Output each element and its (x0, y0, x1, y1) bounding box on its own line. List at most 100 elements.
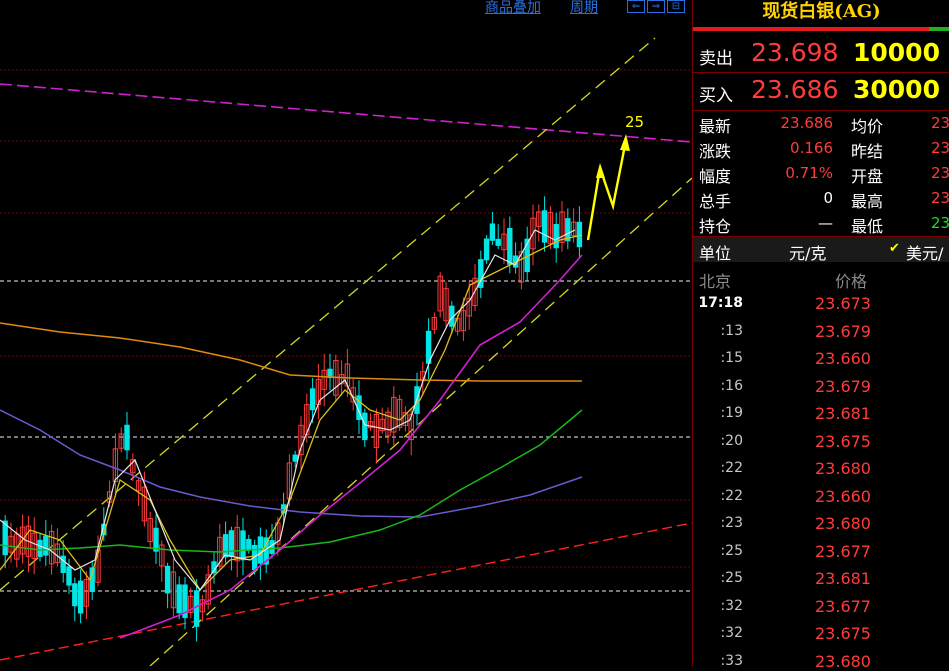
quote-label: 持仓 (699, 217, 732, 236)
candle-body (43, 535, 49, 556)
chart-annotations (586, 134, 630, 241)
unit-value: 元/克 (789, 244, 827, 263)
candle-body (541, 210, 548, 243)
nav-left-button[interactable]: ⇐ (627, 0, 645, 13)
chart-nav: ⇐ ⇒ ⊟ (627, 0, 685, 13)
tick-price: 23.679 (815, 376, 871, 396)
candle-body (176, 584, 182, 614)
tick-price: 23.680 (815, 514, 871, 533)
projection-arrow-head (596, 163, 605, 178)
quote-label: 涨跌 (699, 142, 732, 161)
ma-white-line (0, 229, 576, 591)
tick-price: 23.660 (815, 349, 871, 368)
tick-price: 23.677 (815, 596, 871, 616)
overlay-link[interactable]: 商品叠加 (485, 0, 541, 16)
instrument-title: 现货白银(AG) (762, 1, 881, 22)
chart-lines (0, 37, 692, 666)
candle-body (483, 238, 490, 261)
tick-time: :22 (720, 460, 743, 476)
tick-price-header: 价格 (835, 272, 868, 291)
ma-yellow-line (0, 234, 583, 592)
quote-label-2: 昨结 (851, 142, 884, 161)
sell-label: 卖出 (699, 49, 733, 69)
candle-body (124, 424, 130, 451)
tick-time: 17:18 (698, 295, 743, 311)
ma-magenta-line (119, 254, 583, 639)
buy-ratio-bar (929, 27, 949, 31)
tick-time: :20 (720, 432, 743, 449)
quote-value-2: 23 (931, 114, 949, 132)
tick-time: :32 (720, 625, 743, 641)
candle-body (228, 530, 235, 558)
ma-purple-line (0, 409, 583, 518)
tick-price: 23.677 (815, 541, 871, 561)
quote-value-2: 23 (931, 139, 949, 157)
quote-value-2: 23 (931, 164, 949, 182)
moving-averages (0, 229, 583, 639)
quote-value: — (818, 214, 833, 232)
annotation-label: 25 (625, 113, 644, 131)
quote-value: 0 (823, 189, 833, 207)
buy-price: 23.686 (751, 75, 839, 104)
ma-orange-line (0, 322, 582, 382)
candle-body (193, 590, 200, 627)
buy-volume: 30000 (853, 75, 940, 104)
period-link[interactable]: 周期 (570, 0, 598, 16)
unit-row: 单位 元/克 ✔ 美元/ (693, 237, 949, 264)
tick-price: 23.675 (815, 431, 871, 451)
candle-body (362, 412, 368, 441)
sell-volume: 10000 (853, 38, 940, 67)
quote-value: 0.71% (785, 164, 833, 182)
unit-alt-toggle[interactable]: 美元/ (906, 240, 943, 264)
candle-body (222, 534, 229, 558)
unit-label: 单位 (699, 244, 732, 263)
price-chart[interactable]: 25 (0, 0, 692, 666)
candle-body (292, 454, 298, 462)
tick-price: 23.681 (815, 569, 871, 588)
quote-label: 最新 (699, 117, 732, 136)
quote-value: 23.686 (780, 114, 834, 132)
buy-label: 买入 (699, 86, 733, 106)
candle-body (553, 223, 559, 249)
tick-time: :25 (720, 570, 743, 586)
sell-row[interactable]: 卖出 23.698 10000 (693, 36, 949, 72)
tick-location-header: 北京 (699, 272, 732, 291)
candle-body (164, 565, 171, 594)
tick-time: :23 (720, 515, 743, 531)
tick-time: :25 (720, 542, 743, 559)
quote-label-2: 最低 (851, 217, 884, 236)
tick-time: :32 (720, 597, 743, 614)
channel-upper (0, 37, 656, 591)
candle-body (507, 227, 513, 265)
candlestick-series (2, 196, 583, 642)
candle-body (66, 566, 72, 586)
quote-value: 0.166 (790, 139, 833, 157)
quote-label-2: 均价 (851, 117, 884, 136)
quote-label: 总手 (699, 192, 732, 211)
buy-row[interactable]: 买入 23.686 30000 (693, 73, 949, 109)
candle-body (72, 583, 78, 607)
tick-time: :33 (720, 652, 743, 669)
tick-time: :15 (720, 350, 743, 366)
channel-lower (149, 177, 692, 666)
nav-right-button[interactable]: ⇒ (647, 0, 665, 13)
quote-label-2: 最高 (851, 192, 884, 211)
nav-collapse-button[interactable]: ⊟ (667, 0, 685, 13)
candle-body (576, 221, 583, 248)
quote-label-2: 开盘 (851, 167, 884, 186)
tick-price: 23.679 (815, 321, 871, 341)
divider (693, 110, 949, 111)
candle-body (489, 223, 496, 241)
tick-price: 23.675 (815, 624, 871, 643)
tick-price: 23.673 (815, 294, 871, 313)
tick-price: 23.680 (815, 459, 871, 478)
projection-arrow-path (586, 139, 628, 241)
candle-body (495, 238, 501, 246)
candle-body (37, 539, 43, 557)
quote-value-2: 23 (931, 214, 949, 232)
tick-price: 23.680 (815, 651, 871, 671)
ma-green-line (0, 409, 583, 553)
tick-price: 23.681 (815, 404, 871, 423)
check-icon: ✔ (889, 241, 900, 256)
tick-time: :13 (720, 322, 743, 339)
